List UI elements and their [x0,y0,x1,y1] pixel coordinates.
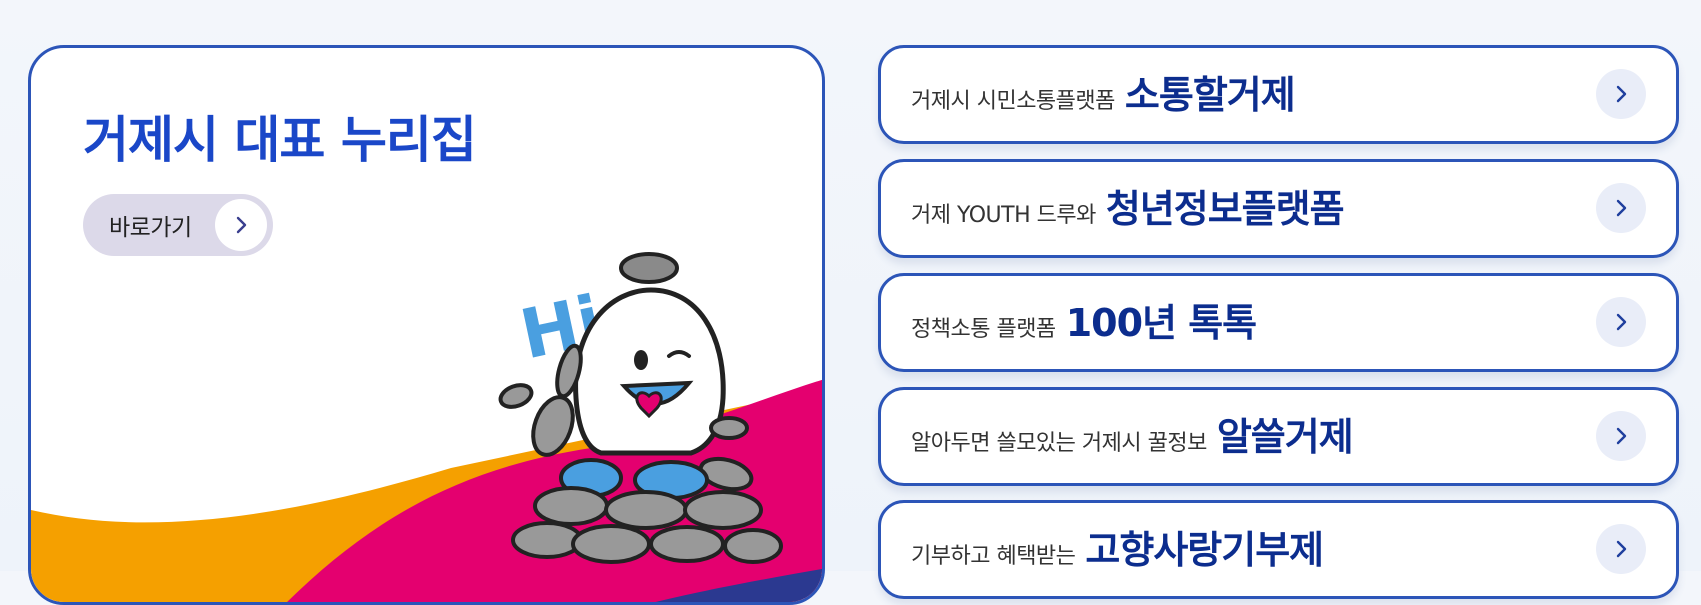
link-title: 소통할거제 [1124,73,1296,117]
chevron-right-icon [215,199,267,251]
chevron-right-icon [1596,411,1646,461]
chevron-right-icon [1596,69,1646,119]
link-subtitle: 알아두면 쓸모있는 거제시 꿀정보 [911,431,1207,456]
link-subtitle: 기부하고 혜택받는 [911,544,1076,569]
chevron-right-icon [1596,524,1646,574]
link-title: 청년정보플랫폼 [1105,187,1345,231]
go-button[interactable]: 바로가기 [83,194,273,256]
link-subtitle: 정책소통 플랫폼 [911,317,1056,342]
link-card-100years[interactable]: 정책소통 플랫폼 100년 톡톡 [878,273,1679,372]
link-card-hometown-donation[interactable]: 기부하고 혜택받는 고향사랑기부제 [878,500,1679,599]
link-title: 고향사랑기부제 [1085,528,1324,572]
representative-homepage-card[interactable]: 거제시 대표 누리집 바로가기 Hi [28,45,825,605]
page-title: 거제시 대표 누리집 [83,111,477,169]
link-card-sotong[interactable]: 거제시 시민소통플랫폼 소통할거제 [878,45,1679,144]
link-card-youth[interactable]: 거제 YOUTH 드루와 청년정보플랫폼 [878,159,1679,258]
link-subtitle: 거제 YOUTH 드루와 [911,203,1096,228]
chevron-right-icon [1596,297,1646,347]
link-subtitle: 거제시 시민소통플랫폼 [911,89,1115,114]
link-title: 100년 톡톡 [1065,301,1257,345]
mascot-character: Hi [498,252,783,564]
link-card-alsseul[interactable]: 알아두면 쓸모있는 거제시 꿀정보 알쓸거제 [878,387,1679,486]
chevron-right-icon [1596,183,1646,233]
go-button-label: 바로가기 [109,215,192,241]
link-title: 알쓸거제 [1216,415,1354,459]
